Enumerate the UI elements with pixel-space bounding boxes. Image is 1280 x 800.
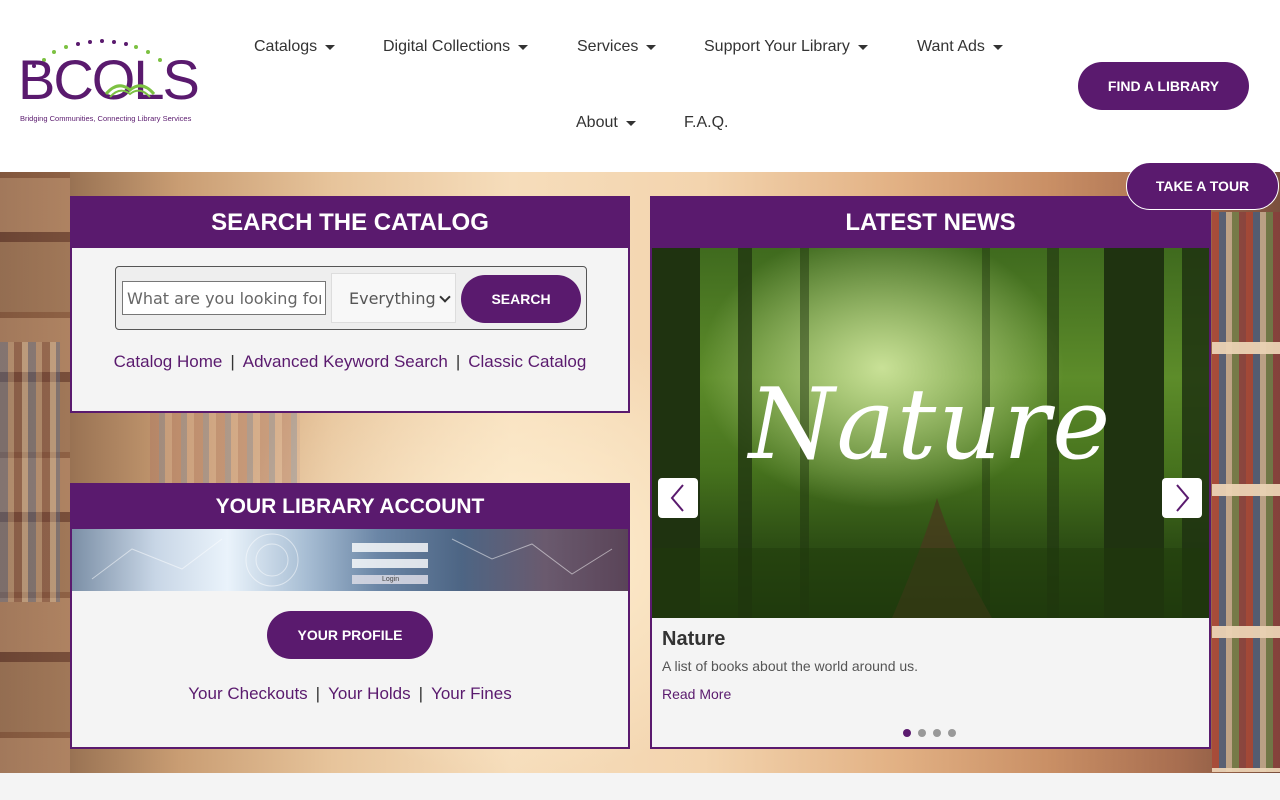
chevron-left-icon [670, 484, 684, 512]
nav-want-ads[interactable]: Want Ads [917, 38, 1003, 56]
nav-faq[interactable]: F.A.Q. [684, 114, 728, 132]
logo-tagline: Bridging Communities, Connecting Library… [20, 114, 192, 123]
your-checkouts-link[interactable]: Your Checkouts [188, 684, 307, 703]
banner-login-label: Login [382, 576, 400, 583]
latest-news-panel: LATEST NEWS Nature Nature A list of book… [650, 196, 1211, 749]
chevron-right-icon [1176, 484, 1190, 512]
nav-label: F.A.Q. [684, 114, 729, 131]
news-panel-title: LATEST NEWS [652, 198, 1209, 248]
library-account-panel: YOUR LIBRARY ACCOUNT Login YOUR PROFILE … [70, 483, 630, 749]
catalog-links: Catalog Home | Advanced Keyword Search | Cla… [72, 352, 628, 372]
slide-dot-2[interactable] [918, 729, 926, 737]
search-panel-title: SEARCH THE CATALOG [72, 198, 628, 248]
search-input[interactable] [122, 281, 326, 315]
nav-label: Catalogs [254, 38, 318, 55]
nav-support-your-library[interactable]: Support Your Library [704, 38, 868, 56]
slide-next-button[interactable] [1162, 478, 1202, 518]
bookshelf-right-planks [1212, 212, 1280, 772]
caret-down-icon [857, 44, 868, 50]
logo-book-icon [104, 84, 156, 98]
caret-down-icon [646, 44, 657, 50]
slide-pagination [903, 729, 956, 737]
scope-selected-value: Everything [349, 288, 436, 308]
slide-dot-3[interactable] [933, 729, 941, 737]
caret-down-icon [992, 44, 1003, 50]
footer-strip [0, 773, 1280, 800]
nav-label: Support Your Library [704, 38, 850, 55]
catalog-home-link[interactable]: Catalog Home [114, 352, 223, 371]
nav-label: Services [577, 38, 639, 55]
site-header: BCOLS Bridging Communities, Connecting L… [0, 0, 1280, 172]
link-separator: | [315, 684, 321, 703]
news-item-description: A list of books about the world around u… [662, 658, 919, 674]
caret-down-icon [325, 44, 336, 50]
account-panel-title: YOUR LIBRARY ACCOUNT [72, 485, 628, 529]
search-catalog-panel: SEARCH THE CATALOG Everything SEARCH Cat… [70, 196, 630, 413]
nav-about[interactable]: About [576, 114, 636, 132]
your-profile-button[interactable]: YOUR PROFILE [267, 611, 433, 659]
nav-label: About [576, 114, 618, 131]
search-form: Everything SEARCH [115, 266, 587, 330]
search-button[interactable]: SEARCH [461, 275, 581, 323]
news-item-title: Nature [662, 628, 726, 650]
slide-art-title: Nature [748, 368, 1113, 482]
link-separator: | [455, 352, 461, 371]
site-logo[interactable]: BCOLS Bridging Communities, Connecting L… [18, 38, 200, 128]
nav-services[interactable]: Services [577, 38, 657, 56]
your-fines-link[interactable]: Your Fines [431, 684, 512, 703]
nav-label: Digital Collections [383, 38, 511, 55]
bookshelf-books-left [0, 342, 60, 602]
nav-catalogs[interactable]: Catalogs [254, 38, 336, 56]
nav-label: Want Ads [917, 38, 985, 55]
nav-digital-collections[interactable]: Digital Collections [383, 38, 529, 56]
caret-down-icon [518, 44, 529, 50]
network-lines-graphic [91, 533, 613, 587]
account-links: Your Checkouts | Your Holds | Your Fines [72, 684, 628, 704]
slide-prev-button[interactable] [658, 478, 698, 518]
slide-dot-4[interactable] [948, 729, 956, 737]
search-scope-select[interactable]: Everything [331, 273, 456, 323]
chevron-down-icon [439, 291, 451, 303]
link-separator: | [418, 684, 424, 703]
your-holds-link[interactable]: Your Holds [328, 684, 411, 703]
caret-down-icon [625, 120, 636, 126]
classic-catalog-link[interactable]: Classic Catalog [468, 352, 586, 371]
find-a-library-button[interactable]: FIND A LIBRARY [1078, 62, 1249, 110]
read-more-link[interactable]: Read More [662, 686, 731, 702]
take-a-tour-button[interactable]: TAKE A TOUR [1126, 162, 1279, 210]
advanced-keyword-search-link[interactable]: Advanced Keyword Search [243, 352, 448, 371]
news-slide-image[interactable]: Nature [652, 248, 1209, 618]
link-separator: | [230, 352, 235, 371]
slide-dot-1[interactable] [903, 729, 911, 737]
account-login-banner-image: Login [72, 529, 628, 591]
